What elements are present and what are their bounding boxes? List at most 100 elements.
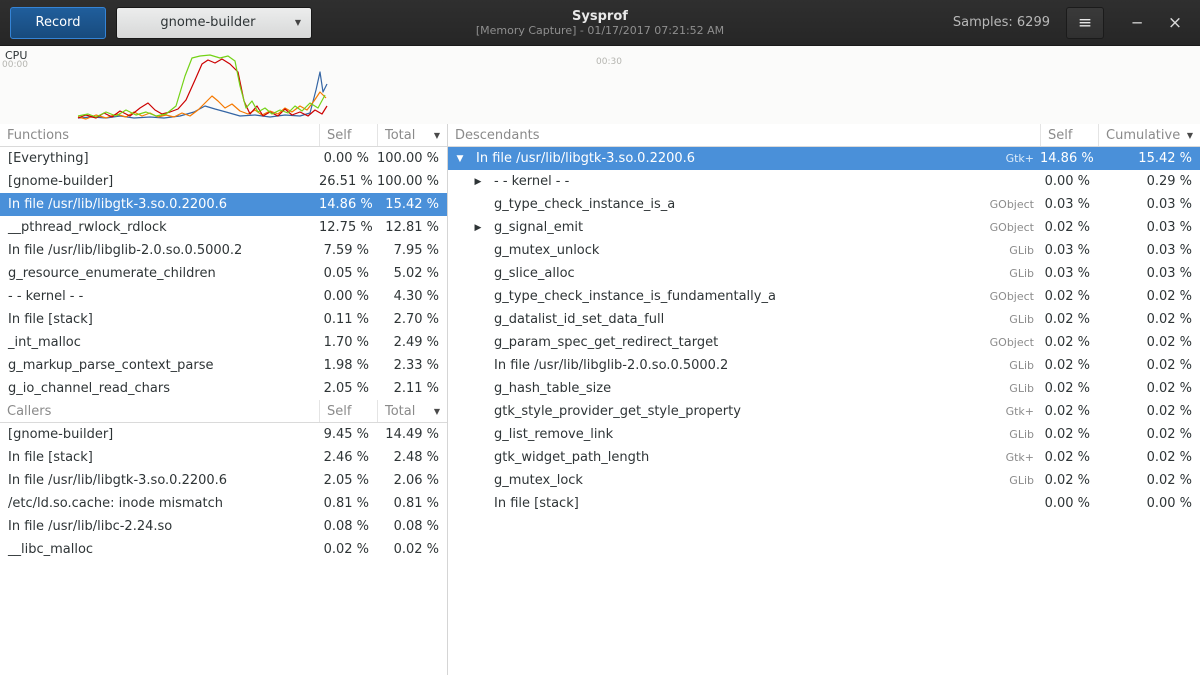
menu-button[interactable]: ≡ [1066, 7, 1104, 39]
cumulative-value: 0.02 % [1098, 381, 1200, 396]
descendant-row[interactable]: g_type_check_instance_is_fundamentally_a… [448, 285, 1200, 308]
caller-row[interactable]: [gnome-builder]9.45 %14.49 % [0, 423, 447, 446]
cumulative-column-header[interactable]: Cumulative ▼ [1098, 124, 1200, 146]
library-tag: Gtk+ [976, 451, 1040, 464]
function-name: g_type_check_instance_is_a [486, 197, 976, 212]
hamburger-icon: ≡ [1078, 13, 1092, 33]
caller-row[interactable]: In file /usr/lib/libc-2.24.so0.08 %0.08 … [0, 515, 447, 538]
total-column-header[interactable]: Total ▼ [377, 124, 447, 146]
close-button[interactable]: × [1160, 13, 1190, 33]
function-name: [Everything] [0, 151, 319, 166]
function-row[interactable]: [Everything]0.00 %100.00 % [0, 147, 447, 170]
descendant-row[interactable]: g_slice_allocGLib0.03 %0.03 % [448, 262, 1200, 285]
function-row[interactable]: In file [stack]0.11 %2.70 % [0, 308, 447, 331]
descendant-row[interactable]: gtk_style_provider_get_style_propertyGtk… [448, 400, 1200, 423]
cpu-graph-area[interactable]: CPU 00:00 00:30 [0, 46, 1200, 124]
expander-closed-icon[interactable]: ▶ [470, 177, 486, 187]
cumulative-value: 0.02 % [1098, 473, 1200, 488]
descendant-row[interactable]: ▶- - kernel - - 0.00 %0.29 % [448, 170, 1200, 193]
cumulative-value: 0.29 % [1098, 174, 1200, 189]
descendant-row[interactable]: g_mutex_lockGLib0.02 %0.02 % [448, 469, 1200, 492]
self-value: 0.81 % [319, 496, 377, 511]
function-name: __libc_malloc [0, 542, 319, 557]
function-row[interactable]: g_markup_parse_context_parse1.98 %2.33 % [0, 354, 447, 377]
record-button[interactable]: Record [10, 7, 106, 39]
function-name: g_io_channel_read_chars [0, 381, 319, 396]
descendant-row[interactable]: ▼In file /usr/lib/libgtk-3.so.0.2200.6Gt… [448, 147, 1200, 170]
total-value: 2.49 % [377, 335, 447, 350]
descendant-row[interactable]: g_param_spec_get_redirect_targetGObject0… [448, 331, 1200, 354]
descendants-column-label: Descendants [455, 128, 540, 143]
library-tag: GLib [976, 244, 1040, 257]
library-tag: GLib [976, 474, 1040, 487]
functions-column-label: Functions [7, 128, 69, 143]
function-name: In file /usr/lib/libgtk-3.so.0.2200.6 [468, 151, 976, 166]
function-row[interactable]: In file /usr/lib/libglib-2.0.so.0.5000.2… [0, 239, 447, 262]
descendants-self-column-header[interactable]: Self [1040, 124, 1098, 146]
caller-row[interactable]: __libc_malloc0.02 %0.02 % [0, 538, 447, 561]
self-value: 0.03 % [1040, 197, 1098, 212]
descendant-row[interactable]: g_datalist_id_set_data_fullGLib0.02 %0.0… [448, 308, 1200, 331]
caller-row[interactable]: /etc/ld.so.cache: inode mismatch0.81 %0.… [0, 492, 447, 515]
self-column-header[interactable]: Self [319, 124, 377, 146]
function-name: In file /usr/lib/libgtk-3.so.0.2200.6 [0, 197, 319, 212]
total-column-label: Total [385, 128, 415, 143]
callers-total-column-header[interactable]: Total ▼ [377, 400, 447, 422]
sort-arrow-icon: ▼ [1183, 131, 1193, 140]
function-row[interactable]: g_resource_enumerate_children0.05 %5.02 … [0, 262, 447, 285]
process-selector-label: gnome-builder [127, 15, 289, 30]
self-value: 2.46 % [319, 450, 377, 465]
header-right-controls: Samples: 6299 ≡ ─ × [953, 7, 1190, 39]
expander-open-icon[interactable]: ▼ [452, 154, 468, 164]
function-name: In file [stack] [0, 450, 319, 465]
cpu-series-cpu2 [78, 59, 327, 118]
caller-row[interactable]: In file [stack]2.46 %2.48 % [0, 446, 447, 469]
callers-column-header[interactable]: Callers [0, 400, 319, 422]
total-value: 14.49 % [377, 427, 447, 442]
function-name: In file [stack] [486, 496, 976, 511]
descendant-row[interactable]: gtk_widget_path_lengthGtk+0.02 %0.02 % [448, 446, 1200, 469]
close-icon: × [1168, 13, 1182, 33]
function-row[interactable]: __pthread_rwlock_rdlock12.75 %12.81 % [0, 216, 447, 239]
window-title: Sysprof [572, 9, 628, 24]
process-selector-dropdown[interactable]: gnome-builder ▼ [116, 7, 312, 39]
self-value: 0.03 % [1040, 243, 1098, 258]
function-name: g_mutex_lock [486, 473, 976, 488]
callers-self-column-header[interactable]: Self [319, 400, 377, 422]
total-value: 15.42 % [377, 197, 447, 212]
self-value: 2.05 % [319, 381, 377, 396]
descendant-row[interactable]: g_mutex_unlockGLib0.03 %0.03 % [448, 239, 1200, 262]
function-name: [gnome-builder] [0, 174, 319, 189]
time-label-mid: 00:30 [596, 57, 622, 67]
total-value: 100.00 % [377, 151, 447, 166]
function-row[interactable]: _int_malloc1.70 %2.49 % [0, 331, 447, 354]
library-tag: Gtk+ [976, 152, 1040, 165]
descendant-row[interactable]: g_hash_table_sizeGLib0.02 %0.02 % [448, 377, 1200, 400]
function-name: In file /usr/lib/libglib-2.0.so.0.5000.2 [0, 243, 319, 258]
functions-table-header: Functions Self Total ▼ [0, 124, 447, 147]
function-row[interactable]: In file /usr/lib/libgtk-3.so.0.2200.614.… [0, 193, 447, 216]
total-value: 2.33 % [377, 358, 447, 373]
cumulative-value: 0.03 % [1098, 197, 1200, 212]
caller-row[interactable]: In file /usr/lib/libgtk-3.so.0.2200.62.0… [0, 469, 447, 492]
descendant-row[interactable]: In file /usr/lib/libglib-2.0.so.0.5000.2… [448, 354, 1200, 377]
descendants-table-header: Descendants Self Cumulative ▼ [448, 124, 1200, 147]
function-name: - - kernel - - [486, 174, 976, 189]
self-value: 0.02 % [1040, 358, 1098, 373]
self-value: 0.00 % [1040, 174, 1098, 189]
function-name: In file /usr/lib/libc-2.24.so [0, 519, 319, 534]
functions-column-header[interactable]: Functions [0, 124, 319, 146]
self-value: 0.02 % [1040, 312, 1098, 327]
descendants-column-header[interactable]: Descendants [448, 124, 1040, 146]
expander-closed-icon[interactable]: ▶ [470, 223, 486, 233]
function-row[interactable]: [gnome-builder]26.51 %100.00 % [0, 170, 447, 193]
function-row[interactable]: - - kernel - -0.00 %4.30 % [0, 285, 447, 308]
descendant-row[interactable]: In file [stack]0.00 %0.00 % [448, 492, 1200, 515]
callers-total-column-label: Total [385, 404, 415, 419]
descendant-row[interactable]: g_list_remove_linkGLib0.02 %0.02 % [448, 423, 1200, 446]
descendant-row[interactable]: ▶g_signal_emitGObject0.02 %0.03 % [448, 216, 1200, 239]
minimize-button[interactable]: ─ [1122, 14, 1152, 32]
function-row[interactable]: g_io_channel_read_chars2.05 %2.11 % [0, 377, 447, 400]
function-name: g_list_remove_link [486, 427, 976, 442]
descendant-row[interactable]: g_type_check_instance_is_aGObject0.03 %0… [448, 193, 1200, 216]
